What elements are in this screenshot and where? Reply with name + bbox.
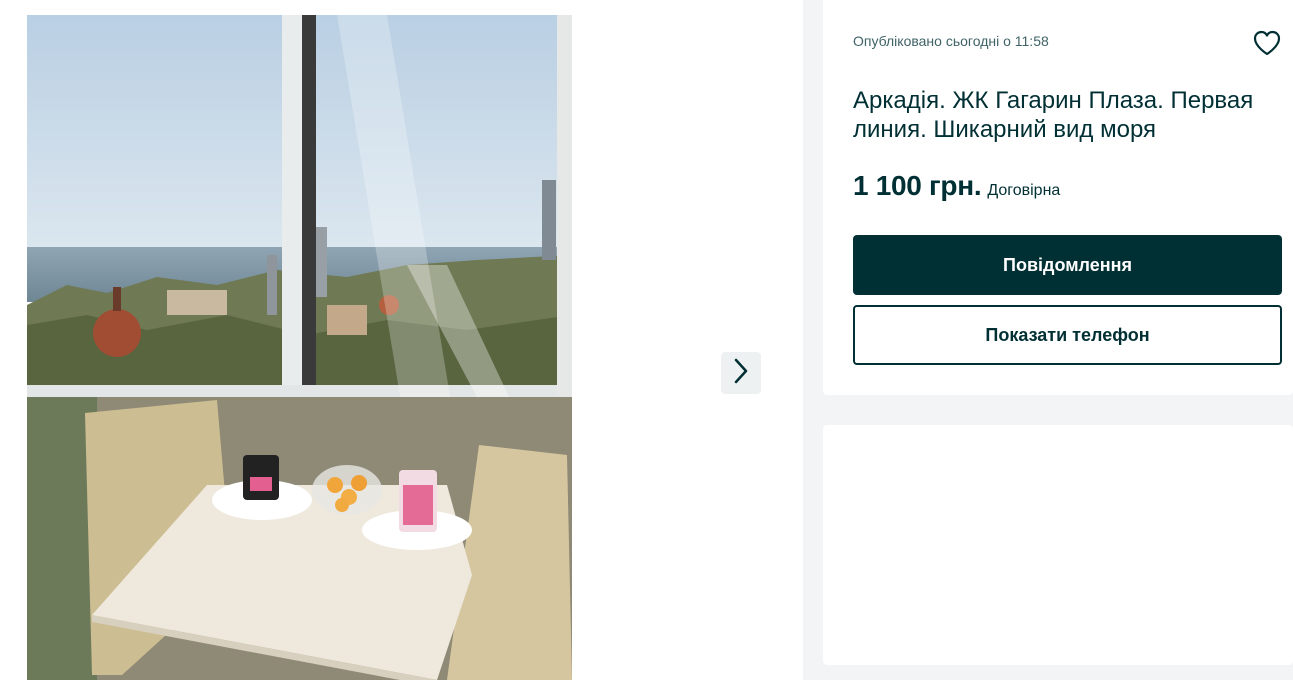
favorite-button[interactable]	[1251, 27, 1283, 59]
negotiable-label: Договірна	[987, 182, 1061, 199]
show-phone-button[interactable]: Показати телефон	[853, 305, 1282, 365]
listing-summary-card: Опубліковано сьогодні о 11:58 Аркадія. Ж…	[823, 0, 1293, 395]
posted-date: Опубліковано сьогодні о 11:58	[853, 33, 1049, 49]
message-button[interactable]: Повідомлення	[853, 235, 1282, 295]
photo-gallery	[0, 0, 803, 680]
price: 1 100 грн.	[853, 170, 982, 201]
price-row: 1 100 грн. Договірна	[853, 170, 1060, 202]
chevron-right-icon	[733, 357, 749, 390]
heart-icon	[1251, 30, 1283, 63]
listing-title: Аркадія. ЖК Гагарин Плаза. Первая линия.…	[853, 87, 1254, 143]
seller-card	[823, 425, 1293, 665]
next-photo-button[interactable]	[721, 352, 761, 394]
listing-photo[interactable]	[27, 15, 572, 680]
